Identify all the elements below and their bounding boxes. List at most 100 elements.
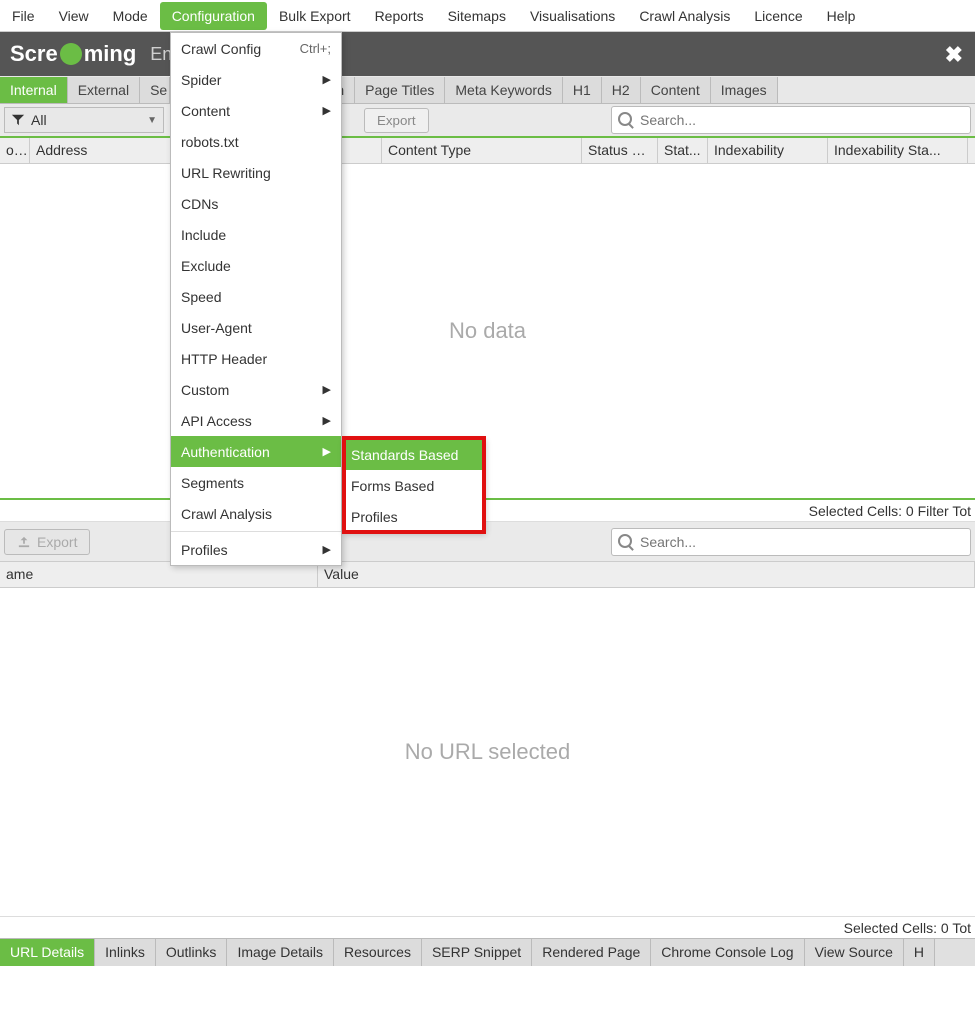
header: Scre ming ✖ bbox=[0, 32, 975, 76]
submenu-item-profiles[interactable]: Profiles bbox=[343, 501, 483, 532]
menu-item-user-agent[interactable]: User-Agent bbox=[171, 312, 341, 343]
menubar: FileViewModeConfigurationBulk ExportRepo… bbox=[0, 0, 975, 32]
menu-item-label: Crawl Analysis bbox=[181, 506, 272, 522]
column-header[interactable]: Stat... bbox=[658, 138, 708, 163]
tab-se[interactable]: Se bbox=[140, 77, 170, 103]
chevron-right-icon: ▶ bbox=[323, 445, 331, 458]
bottom-tab-resources[interactable]: Resources bbox=[334, 939, 422, 966]
export-button[interactable]: Export bbox=[364, 108, 429, 133]
menu-item-http-header[interactable]: HTTP Header bbox=[171, 343, 341, 374]
tab-h2[interactable]: H2 bbox=[602, 77, 641, 103]
filter-label: All bbox=[31, 112, 147, 128]
tab-h1[interactable]: H1 bbox=[563, 77, 602, 103]
menu-mode[interactable]: Mode bbox=[101, 2, 160, 30]
bottom-tab-image-details[interactable]: Image Details bbox=[227, 939, 334, 966]
menu-item-authentication[interactable]: Authentication ▶ bbox=[171, 436, 341, 467]
bottom-tab-rendered-page[interactable]: Rendered Page bbox=[532, 939, 651, 966]
menu-item-api-access[interactable]: API Access▶ bbox=[171, 405, 341, 436]
menu-item-label: Custom bbox=[181, 382, 229, 398]
menu-licence[interactable]: Licence bbox=[742, 2, 814, 30]
filter-row: All ▼ Export bbox=[0, 104, 975, 138]
menu-item-segments[interactable]: Segments bbox=[171, 467, 341, 498]
menu-item-label: Crawl Config bbox=[181, 41, 261, 57]
search-icon bbox=[618, 534, 632, 548]
menu-item-label: Authentication bbox=[181, 444, 270, 460]
table-header: owAddressContent TypeStatus C...Stat...I… bbox=[0, 138, 975, 164]
col-value[interactable]: Value bbox=[318, 562, 975, 587]
menu-item-crawl-config[interactable]: Crawl ConfigCtrl+; bbox=[171, 33, 341, 64]
submenu-item-standards-based[interactable]: Standards Based bbox=[343, 439, 483, 470]
menu-help[interactable]: Help bbox=[815, 2, 868, 30]
chevron-down-icon: ▼ bbox=[147, 115, 157, 126]
menu-item-robots.txt[interactable]: robots.txt bbox=[171, 126, 341, 157]
funnel-icon bbox=[11, 113, 25, 127]
search-icon bbox=[618, 112, 632, 126]
bottom-tab-view-source[interactable]: View Source bbox=[805, 939, 904, 966]
filter-combo[interactable]: All ▼ bbox=[4, 107, 164, 133]
authentication-submenu: Standards BasedForms BasedProfiles bbox=[342, 438, 484, 533]
menu-item-crawl-analysis[interactable]: Crawl Analysis bbox=[171, 498, 341, 529]
menu-item-label: Profiles bbox=[181, 542, 228, 558]
menu-view[interactable]: View bbox=[47, 2, 101, 30]
menu-item-include[interactable]: Include bbox=[171, 219, 341, 250]
menu-file[interactable]: File bbox=[0, 2, 47, 30]
menu-item-label: HTTP Header bbox=[181, 351, 267, 367]
menu-item-label: Content bbox=[181, 103, 230, 119]
menu-item-speed[interactable]: Speed bbox=[171, 281, 341, 312]
menu-configuration[interactable]: Configuration bbox=[160, 2, 267, 30]
close-icon[interactable]: ✖ bbox=[945, 42, 963, 68]
column-header[interactable]: Content Type bbox=[382, 138, 582, 163]
menu-crawl-analysis[interactable]: Crawl Analysis bbox=[627, 2, 742, 30]
menu-visualisations[interactable]: Visualisations bbox=[518, 2, 627, 30]
menu-item-exclude[interactable]: Exclude bbox=[171, 250, 341, 281]
chevron-right-icon: ▶ bbox=[323, 414, 331, 427]
menu-item-content[interactable]: Content ▶ bbox=[171, 95, 341, 126]
menu-item-label: Segments bbox=[181, 475, 244, 491]
tab-meta-keywords[interactable]: Meta Keywords bbox=[445, 77, 562, 103]
no-url-label: No URL selected bbox=[405, 739, 570, 765]
lower-search-wrap bbox=[611, 528, 971, 556]
bottom-tab-h[interactable]: H bbox=[904, 939, 935, 966]
chevron-right-icon: ▶ bbox=[323, 104, 331, 117]
search-input[interactable] bbox=[611, 106, 971, 134]
column-header[interactable]: Indexability Sta... bbox=[828, 138, 968, 163]
tab-internal[interactable]: Internal bbox=[0, 77, 68, 103]
lower-export-button[interactable]: Export bbox=[4, 529, 90, 555]
table-empty: No data bbox=[0, 164, 975, 500]
menu-item-url-rewriting[interactable]: URL Rewriting bbox=[171, 157, 341, 188]
configuration-menu: Crawl ConfigCtrl+; Spider ▶ Content ▶ robots.… bbox=[170, 32, 342, 566]
chevron-right-icon: ▶ bbox=[323, 383, 331, 396]
bottom-tab-outlinks[interactable]: Outlinks bbox=[156, 939, 228, 966]
menu-item-label: User-Agent bbox=[181, 320, 252, 336]
app-logo: Scre ming bbox=[0, 41, 146, 67]
bottom-tab-url-details[interactable]: URL Details bbox=[0, 939, 95, 966]
bottom-tab-chrome-console-log[interactable]: Chrome Console Log bbox=[651, 939, 804, 966]
lower-search-input[interactable] bbox=[611, 528, 971, 556]
menu-item-custom[interactable]: Custom ▶ bbox=[171, 374, 341, 405]
tab-page-titles[interactable]: Page Titles bbox=[355, 77, 445, 103]
tab-external[interactable]: External bbox=[68, 77, 140, 103]
submenu-item-forms-based[interactable]: Forms Based bbox=[343, 470, 483, 501]
column-header[interactable]: ow bbox=[0, 138, 30, 163]
menu-item-cdns[interactable]: CDNs bbox=[171, 188, 341, 219]
menu-item-spider[interactable]: Spider ▶ bbox=[171, 64, 341, 95]
tab-content[interactable]: Content bbox=[641, 77, 711, 103]
detail-empty: No URL selected bbox=[0, 588, 975, 916]
no-data-label: No data bbox=[449, 318, 526, 344]
tab-images[interactable]: Images bbox=[711, 77, 778, 103]
column-header[interactable]: Status C... bbox=[582, 138, 658, 163]
menu-bulk-export[interactable]: Bulk Export bbox=[267, 2, 363, 30]
menu-item-profiles[interactable]: Profiles▶ bbox=[171, 534, 341, 565]
globe-icon bbox=[60, 43, 82, 65]
menu-sitemaps[interactable]: Sitemaps bbox=[436, 2, 518, 30]
bottom-tab-serp-snippet[interactable]: SERP Snippet bbox=[422, 939, 532, 966]
chevron-right-icon: ▶ bbox=[323, 73, 331, 86]
menu-item-label: Spider bbox=[181, 72, 221, 88]
bottom-tab-inlinks[interactable]: Inlinks bbox=[95, 939, 156, 966]
lower-export-label: Export bbox=[37, 534, 77, 550]
menu-reports[interactable]: Reports bbox=[363, 2, 436, 30]
column-header[interactable]: Indexability bbox=[708, 138, 828, 163]
menu-item-label: Exclude bbox=[181, 258, 231, 274]
bottom-tabs: URL DetailsInlinksOutlinksImage DetailsR… bbox=[0, 938, 975, 966]
search-wrap bbox=[611, 106, 971, 134]
